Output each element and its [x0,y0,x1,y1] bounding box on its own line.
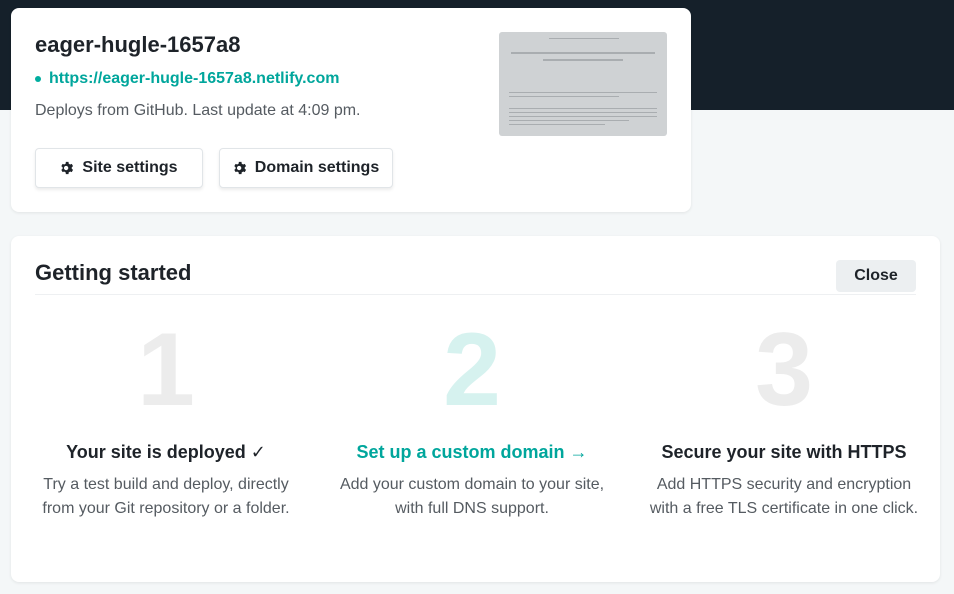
thumbnail-line [549,38,619,39]
step-description: Try a test build and deploy, directly fr… [42,476,290,517]
step-number: 1 [137,312,195,428]
custom-domain-link[interactable]: Set up a custom domain → [322,442,622,463]
gear-icon [60,161,74,175]
step-title: Secure your site with HTTPS [661,442,907,462]
thumbnail-line [509,120,629,121]
thumbnail-line [509,108,657,109]
thumbnail-line [509,92,657,93]
site-url-link[interactable]: https://eager-hugle-1657a8.netlify.com [35,70,339,88]
thumbnail-line [509,96,619,97]
site-overview-card: eager-hugle-1657a8 https://eager-hugle-1… [11,8,691,212]
thumbnail-line [509,112,657,113]
divider [35,294,916,295]
thumbnail-line [509,124,605,125]
step-description: Add your custom domain to your site, wit… [339,476,605,517]
site-url-text[interactable]: https://eager-hugle-1657a8.netlify.com [49,70,339,88]
getting-started-card: Getting started Close 1 Your site is dep… [11,236,940,582]
site-name: eager-hugle-1657a8 [35,32,241,57]
thumbnail-line [543,59,623,61]
step-description: Add HTTPS security and encryption with a… [649,476,919,517]
step-custom-domain: 2 Set up a custom domain → Add your cust… [322,312,622,521]
thumbnail-line [509,116,657,117]
step-deployed: 1 Your site is deployed ✓ Try a test bui… [16,312,316,521]
deploy-status-text: Deploys from GitHub. Last update at 4:09… [35,102,361,119]
domain-settings-label: Domain settings [254,159,380,176]
step-number: 3 [755,312,813,428]
site-settings-label: Site settings [82,159,178,176]
step-number: 2 [443,312,501,428]
domain-settings-button[interactable]: Domain settings [219,148,393,188]
step-https: 3 Secure your site with HTTPS Add HTTPS … [634,312,934,521]
site-settings-button[interactable]: Site settings [35,148,203,188]
site-preview-thumbnail[interactable] [499,32,667,136]
status-dot-icon [35,76,41,82]
step-title: Your site is deployed ✓ [66,442,266,462]
close-button[interactable]: Close [836,260,916,292]
getting-started-title: Getting started [35,260,192,285]
gear-icon [233,161,247,175]
thumbnail-line [511,52,655,54]
